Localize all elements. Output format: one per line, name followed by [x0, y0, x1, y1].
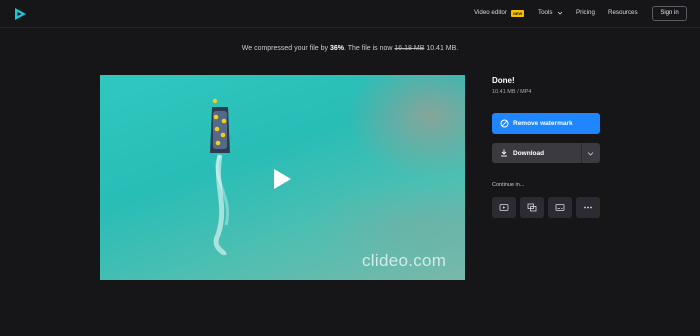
continue-video-player-button[interactable]: [492, 197, 516, 218]
boat-image: [210, 98, 230, 255]
compression-percent: 36%: [329, 45, 344, 52]
more-icon: [584, 206, 592, 209]
merge-icon: [527, 203, 537, 212]
new-file-size: 10.41 MB.: [424, 45, 459, 52]
done-title: Done!: [492, 76, 515, 85]
watermark-text: clideo.com: [362, 251, 447, 270]
banner-middle: . The file is now: [343, 45, 395, 52]
continue-in-label: Continue in...: [492, 182, 525, 188]
continue-more-button[interactable]: [576, 197, 600, 218]
nav-video-editor[interactable]: Video editor: [474, 9, 507, 16]
continue-merge-button[interactable]: [520, 197, 544, 218]
download-label: Download: [513, 149, 545, 157]
sign-in-button[interactable]: Sign in: [652, 6, 687, 21]
download-button[interactable]: Download: [492, 143, 600, 163]
chevron-down-icon[interactable]: [587, 150, 594, 157]
no-watermark-icon: [500, 119, 509, 128]
nav-pricing[interactable]: Pricing: [576, 9, 595, 16]
old-file-size: 16.18 MB: [394, 45, 425, 52]
play-icon[interactable]: [272, 168, 292, 190]
nav-resources[interactable]: Resources: [608, 9, 638, 16]
top-navigation-bar: Video editor NEW Tools Pricing Resources…: [0, 0, 700, 28]
banner-prefix: We compressed your file by: [241, 45, 330, 52]
video-preview[interactable]: clideo.com: [100, 75, 465, 280]
chevron-down-icon[interactable]: [557, 10, 563, 16]
download-divider: [581, 143, 582, 163]
remove-watermark-button[interactable]: Remove watermark: [492, 113, 600, 134]
video-player-icon: [499, 204, 509, 211]
file-size: 10.41 MB: [492, 89, 516, 95]
continue-subtitles-button[interactable]: [548, 197, 572, 218]
subtitles-icon: [555, 204, 565, 211]
clideo-play-logo-icon[interactable]: [13, 7, 27, 21]
meta-separator: /: [517, 89, 519, 95]
download-icon: [501, 149, 507, 157]
remove-watermark-label: Remove watermark: [513, 120, 573, 127]
file-format: MP4: [520, 89, 532, 95]
new-badge: NEW: [511, 10, 525, 17]
compression-result-banner: We compressed your file by 36%. The file…: [0, 45, 700, 52]
nav-tools[interactable]: Tools: [538, 9, 552, 16]
file-meta: 10.41 MB / MP4: [492, 89, 531, 95]
